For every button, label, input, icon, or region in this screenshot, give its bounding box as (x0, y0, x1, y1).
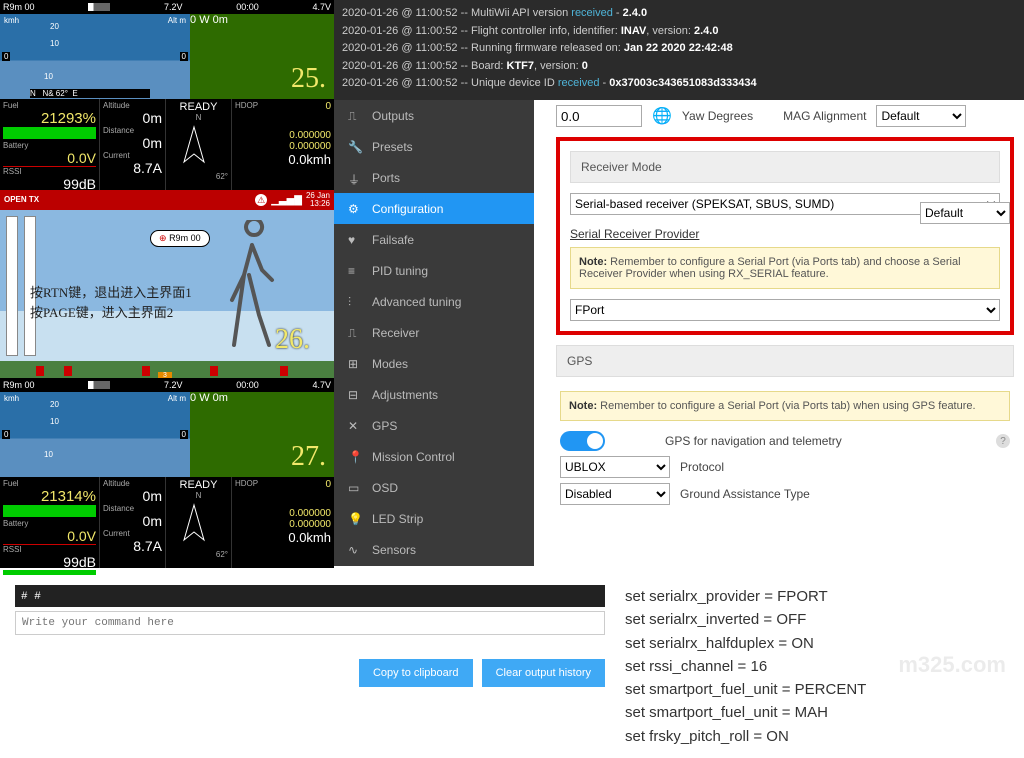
gps-header: GPS (556, 345, 1014, 377)
sidebar-item-pid[interactable]: ≡PID tuning (334, 255, 534, 286)
bottom-markers: 3 (0, 360, 334, 378)
globe-icon: 🌐 (652, 106, 672, 126)
step-number-27: 27. (291, 441, 326, 473)
map-square: 0 W 0m 25. (190, 14, 334, 99)
receiver-note: Note: Remember to configure a Serial Por… (570, 247, 1000, 289)
yaw-label: Yaw Degrees (682, 109, 753, 123)
gps-toggle[interactable] (560, 431, 605, 451)
mag-label: MAG Alignment (783, 109, 866, 123)
command-list: set serialrx_provider = FPORT set serial… (625, 585, 866, 748)
heart-icon: ♥ (348, 233, 362, 247)
sidebar-item-mission[interactable]: 📍Mission Control (334, 441, 534, 472)
wrench-icon: 🔧 (348, 140, 362, 154)
ground-assist-label: Ground Assistance Type (680, 487, 810, 501)
yaw-degrees-input[interactable] (556, 105, 642, 127)
left-slider[interactable] (6, 216, 18, 356)
clock: 00:00 (236, 2, 259, 12)
config-panel: Default 🌐 Yaw Degrees MAG Alignment Defa… (534, 100, 1024, 566)
osd-panel-1: R9m 00 7.2V 00:00 4.7V kmh Alt m 20 10 1… (0, 0, 334, 190)
osd-panel-2: R9m 00 7.2V 00:00 4.7V kmh Alt m 20 10 1… (0, 378, 334, 568)
switch-icon: ⊞ (348, 357, 362, 371)
copy-clipboard-button[interactable]: Copy to clipboard (359, 659, 473, 687)
outputs-icon: ⎍ (348, 109, 362, 123)
watermark: m325.com (898, 652, 1006, 678)
instruction-line-1: 按RTN键，退出进入主界面1 (30, 282, 192, 301)
gear-icon: ⚙ (348, 202, 362, 216)
adjust-icon: ⊟ (348, 388, 362, 402)
bulb-icon: 💡 (348, 512, 362, 526)
sidebar-item-modes[interactable]: ⊞Modes (334, 348, 534, 379)
osd-icon: ▭ (348, 481, 362, 495)
sidebar-item-presets[interactable]: 🔧Presets (334, 131, 534, 162)
gps-toggle-label: GPS for navigation and telemetry (665, 434, 842, 448)
opentx-panel: OPEN TX ⚠ ▁▃▅▇ 26 Jan13:26 ⊕ R9m 00 按RTN… (0, 190, 334, 378)
cli-panel: # # Copy to clipboard Clear output histo… (15, 585, 605, 748)
wave-icon: ∿ (348, 543, 362, 557)
osd-titlebar: R9m 00 7.2V 00:00 4.7V (0, 0, 334, 14)
satellite-icon: ✕ (348, 419, 362, 433)
ground-assist-select[interactable]: Disabled (560, 483, 670, 505)
warning-icon: ⚠ (255, 194, 267, 206)
receiver-mode-highlight: Receiver Mode Serial-based receiver (SPE… (556, 137, 1014, 335)
serial-provider-header: Serial Receiver Provider (570, 227, 1000, 241)
sidebar-item-outputs[interactable]: ⎍Outputs (334, 100, 534, 131)
signal-icon (88, 3, 110, 11)
cli-output: # # (15, 585, 605, 607)
clear-history-button[interactable]: Clear output history (482, 659, 605, 687)
sidebar-item-sensors[interactable]: ∿Sensors (334, 534, 534, 565)
sidebar-item-adjustments[interactable]: ⊟Adjustments (334, 379, 534, 410)
sliders-icon: ≡ (348, 264, 362, 278)
battery-v1: 7.2V (164, 2, 183, 12)
protocol-label: Protocol (680, 460, 724, 474)
sidebar-item-ports[interactable]: ⏚Ports (334, 162, 534, 193)
sidebar-item-led[interactable]: 💡LED Strip (334, 503, 534, 534)
signal-bars-icon: ▁▃▅▇ (271, 195, 302, 206)
tuning-icon: ⫶ (348, 295, 362, 309)
mag-alignment-select[interactable]: Default (876, 105, 966, 127)
sidebar-item-configuration[interactable]: ⚙Configuration (334, 193, 534, 224)
heading-arrow-icon (169, 122, 219, 172)
sidebar-item-gps[interactable]: ✕GPS (334, 410, 534, 441)
cli-input[interactable] (15, 611, 605, 635)
model-name: R9m 00 (3, 2, 35, 12)
sidebar-item-receiver[interactable]: ⎍Receiver (334, 317, 534, 348)
instruction-line-2: 按PAGE键，进入主界面2 (30, 302, 173, 321)
battery-v2: 4.7V (312, 2, 331, 12)
compass-bar: N N& 62° E (30, 89, 150, 98)
telemetry-row-1: Fuel 21293% Battery 0.0V RSSI 99dB Altit… (0, 99, 334, 190)
mag-alignment-select-top[interactable]: Default (920, 202, 1010, 224)
gps-note: Note: Remember to configure a Serial Por… (560, 391, 1010, 421)
serial-provider-select[interactable]: FPort (570, 299, 1000, 321)
sidebar-nav: ⎍Outputs 🔧Presets ⏚Ports ⚙Configuration … (334, 100, 534, 566)
receiver-mode-header: Receiver Mode (570, 151, 1000, 183)
step-number-26: 26. (275, 324, 310, 356)
plus-icon: ⊕ (159, 233, 167, 243)
sidebar-item-failsafe[interactable]: ♥Failsafe (334, 224, 534, 255)
gps-protocol-select[interactable]: UBLOX (560, 456, 670, 478)
attitude-indicator: kmh Alt m 20 10 10 0 0 N N& 62° E (0, 14, 190, 99)
radio-icon: ⎍ (348, 326, 362, 340)
sidebar-item-osd[interactable]: ▭OSD (334, 472, 534, 503)
pin-icon: 📍 (348, 450, 362, 464)
opentx-logo: OPEN TX (4, 196, 39, 203)
help-icon[interactable]: ? (996, 434, 1010, 448)
plug-icon: ⏚ (348, 171, 362, 185)
model-bubble: ⊕ R9m 00 (150, 230, 210, 247)
step-number-25: 25. (291, 63, 326, 95)
sidebar-item-advanced[interactable]: ⫶Advanced tuning (334, 286, 534, 317)
